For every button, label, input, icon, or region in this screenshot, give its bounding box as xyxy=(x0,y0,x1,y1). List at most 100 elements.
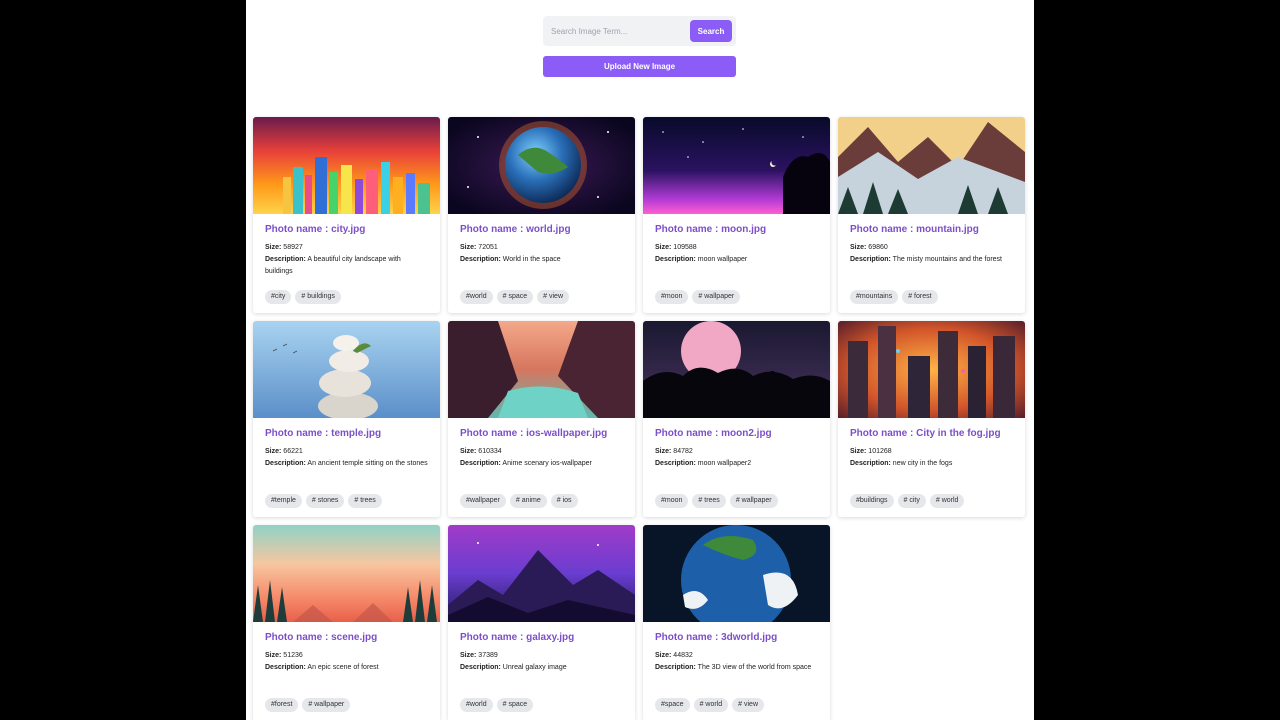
tag-list: #moon # trees # wallpaper xyxy=(655,494,818,517)
photo-title[interactable]: Photo name : scene.jpg xyxy=(265,632,428,643)
photo-size: Size: 109588 xyxy=(655,244,697,251)
photo-title[interactable]: Photo name : City in the fog.jpg xyxy=(850,428,1013,439)
tag[interactable]: #forest xyxy=(265,698,299,712)
photo-title[interactable]: Photo name : galaxy.jpg xyxy=(460,632,623,643)
tag-list: #buildings # city # world xyxy=(850,494,1013,517)
photo-title[interactable]: Photo name : world.jpg xyxy=(460,224,623,235)
tag[interactable]: #space xyxy=(655,698,690,712)
tag[interactable]: #moon xyxy=(655,494,689,508)
tag[interactable]: #world xyxy=(460,698,493,712)
photo-title[interactable]: Photo name : 3dworld.jpg xyxy=(655,632,818,643)
moon-thumbnail[interactable] xyxy=(643,117,830,214)
photo-description: Description: moon wallpaper xyxy=(655,256,748,263)
image-card-city: Photo name : city.jpg Size: 58927 Descri… xyxy=(253,117,440,313)
image-card-scene: Photo name : scene.jpg Size: 51236 Descr… xyxy=(253,525,440,720)
photo-size: Size: 44832 xyxy=(655,652,693,659)
photo-title[interactable]: Photo name : mountain.jpg xyxy=(850,224,1013,235)
galaxy-thumbnail[interactable] xyxy=(448,525,635,622)
image-card-ios-wallpaper: Photo name : ios-wallpaper.jpg Size: 610… xyxy=(448,321,635,517)
tag[interactable]: #world xyxy=(460,290,493,304)
tag-list: #world # space xyxy=(460,698,623,720)
image-card-moon2: Photo name : moon2.jpg Size: 84782 Descr… xyxy=(643,321,830,517)
tag[interactable]: #temple xyxy=(265,494,302,508)
scene-thumbnail[interactable] xyxy=(253,525,440,622)
photo-description: Description: The 3D view of the world fr… xyxy=(655,664,812,671)
tag[interactable]: #moon xyxy=(655,290,689,304)
tag[interactable]: # trees xyxy=(348,494,382,508)
tag-list: #forest # wallpaper xyxy=(265,698,428,720)
mountain-thumbnail[interactable] xyxy=(838,117,1025,214)
tag[interactable]: # wallpaper xyxy=(692,290,741,304)
3dworld-thumbnail[interactable] xyxy=(643,525,830,622)
tag[interactable]: # wallpaper xyxy=(302,698,351,712)
tag[interactable]: # view xyxy=(732,698,764,712)
photo-title[interactable]: Photo name : city.jpg xyxy=(265,224,428,235)
page: Search Upload New Image Photo name : cit… xyxy=(246,0,1034,720)
image-grid: Photo name : city.jpg Size: 58927 Descri… xyxy=(253,117,1027,720)
photo-size: Size: 58927 xyxy=(265,244,303,251)
tag[interactable]: # space xyxy=(496,290,534,304)
photo-size: Size: 101268 xyxy=(850,448,892,455)
upload-new-image-button[interactable]: Upload New Image xyxy=(543,56,736,77)
tag[interactable]: # space xyxy=(496,698,534,712)
photo-description: Description: new city in the fogs xyxy=(850,460,953,467)
photo-description: Description: The misty mountains and the… xyxy=(850,256,1003,263)
photo-description: Description: Anime scenary ios-wallpaper xyxy=(460,460,592,467)
image-card-world: Photo name : world.jpg Size: 72051 Descr… xyxy=(448,117,635,313)
photo-title[interactable]: Photo name : moon2.jpg xyxy=(655,428,818,439)
tag[interactable]: # buildings xyxy=(295,290,341,304)
tag-list: #mountains # forest xyxy=(850,290,1013,313)
search-bar: Search xyxy=(543,16,736,46)
temple-thumbnail[interactable] xyxy=(253,321,440,418)
tag[interactable]: # wallpaper xyxy=(729,494,778,508)
tag[interactable]: #mountains xyxy=(850,290,899,304)
photo-description: Description: moon wallpaper2 xyxy=(655,460,752,467)
world-thumbnail[interactable] xyxy=(448,117,635,214)
image-card-galaxy: Photo name : galaxy.jpg Size: 37389 Desc… xyxy=(448,525,635,720)
photo-size: Size: 610334 xyxy=(460,448,502,455)
ios-wallpaper-thumbnail[interactable] xyxy=(448,321,635,418)
tag-list: #city # buildings xyxy=(265,290,428,313)
city-in-the-fog-thumbnail[interactable] xyxy=(838,321,1025,418)
tag[interactable]: # world xyxy=(693,698,729,712)
photo-description: Description: World in the space xyxy=(460,256,561,263)
tag[interactable]: # ios xyxy=(550,494,578,508)
tag[interactable]: # view xyxy=(537,290,569,304)
tag-list: #space # world # view xyxy=(655,698,818,720)
moon2-thumbnail[interactable] xyxy=(643,321,830,418)
tag-list: #moon # wallpaper xyxy=(655,290,818,313)
tag[interactable]: # stones xyxy=(305,494,345,508)
tag-list: #world # space # view xyxy=(460,290,623,313)
photo-size: Size: 66221 xyxy=(265,448,303,455)
image-card-city-in-the-fog: Photo name : City in the fog.jpg Size: 1… xyxy=(838,321,1025,517)
tag[interactable]: #city xyxy=(265,290,292,304)
photo-size: Size: 72051 xyxy=(460,244,498,251)
photo-size: Size: 84782 xyxy=(655,448,693,455)
photo-title[interactable]: Photo name : moon.jpg xyxy=(655,224,818,235)
city-thumbnail[interactable] xyxy=(253,117,440,214)
tag[interactable]: # trees xyxy=(692,494,726,508)
search-input[interactable] xyxy=(543,16,691,46)
tag-list: #temple # stones # trees xyxy=(265,494,428,517)
photo-description: Description: An epic scene of forest xyxy=(265,664,379,671)
tag[interactable]: # world xyxy=(929,494,965,508)
search-button[interactable]: Search xyxy=(690,20,732,42)
image-card-3dworld: Photo name : 3dworld.jpg Size: 44832 Des… xyxy=(643,525,830,720)
photo-title[interactable]: Photo name : temple.jpg xyxy=(265,428,428,439)
photo-description: Description: A beautiful city landscape … xyxy=(265,256,401,275)
photo-size: Size: 69860 xyxy=(850,244,888,251)
photo-size: Size: 51236 xyxy=(265,652,303,659)
tag[interactable]: # city xyxy=(897,494,926,508)
image-card-mountain: Photo name : mountain.jpg Size: 69860 De… xyxy=(838,117,1025,313)
tag[interactable]: #buildings xyxy=(850,494,894,508)
image-card-temple: Photo name : temple.jpg Size: 66221 Desc… xyxy=(253,321,440,517)
tag[interactable]: # anime xyxy=(509,494,547,508)
tag[interactable]: #wallpaper xyxy=(460,494,506,508)
photo-description: Description: An ancient temple sitting o… xyxy=(265,460,428,467)
photo-size: Size: 37389 xyxy=(460,652,498,659)
image-card-moon: Photo name : moon.jpg Size: 109588 Descr… xyxy=(643,117,830,313)
tag[interactable]: # forest xyxy=(902,290,938,304)
tag-list: #wallpaper # anime # ios xyxy=(460,494,623,517)
photo-description: Description: Unreal galaxy image xyxy=(460,664,567,671)
photo-title[interactable]: Photo name : ios-wallpaper.jpg xyxy=(460,428,623,439)
